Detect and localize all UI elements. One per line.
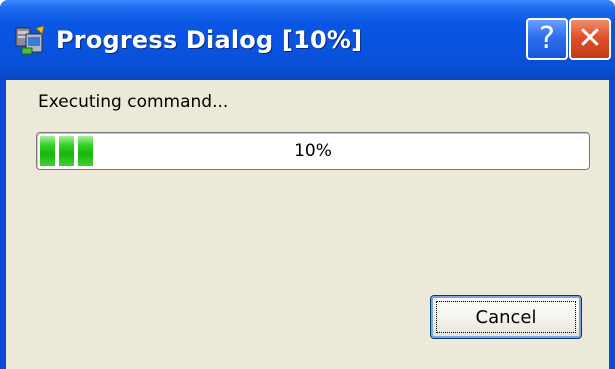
dialog-body: Executing command... 10% Cancel xyxy=(6,80,609,369)
app-icon xyxy=(15,25,45,55)
help-button[interactable]: ? xyxy=(526,18,568,60)
title-bar[interactable]: Progress Dialog [10%] ? ✕ xyxy=(0,0,615,80)
progress-dialog-window: Progress Dialog [10%] ? ✕ Executing comm… xyxy=(0,0,615,369)
close-button[interactable]: ✕ xyxy=(569,18,611,60)
progress-bar: 10% xyxy=(36,132,590,170)
window-title: Progress Dialog [10%] xyxy=(56,26,363,54)
progress-percent-label: 10% xyxy=(294,141,332,161)
cancel-button-label: Cancel xyxy=(475,306,537,328)
status-text: Executing command... xyxy=(38,92,229,112)
close-icon: ✕ xyxy=(577,21,603,56)
cancel-button[interactable]: Cancel xyxy=(430,295,582,339)
help-icon: ? xyxy=(539,21,555,56)
